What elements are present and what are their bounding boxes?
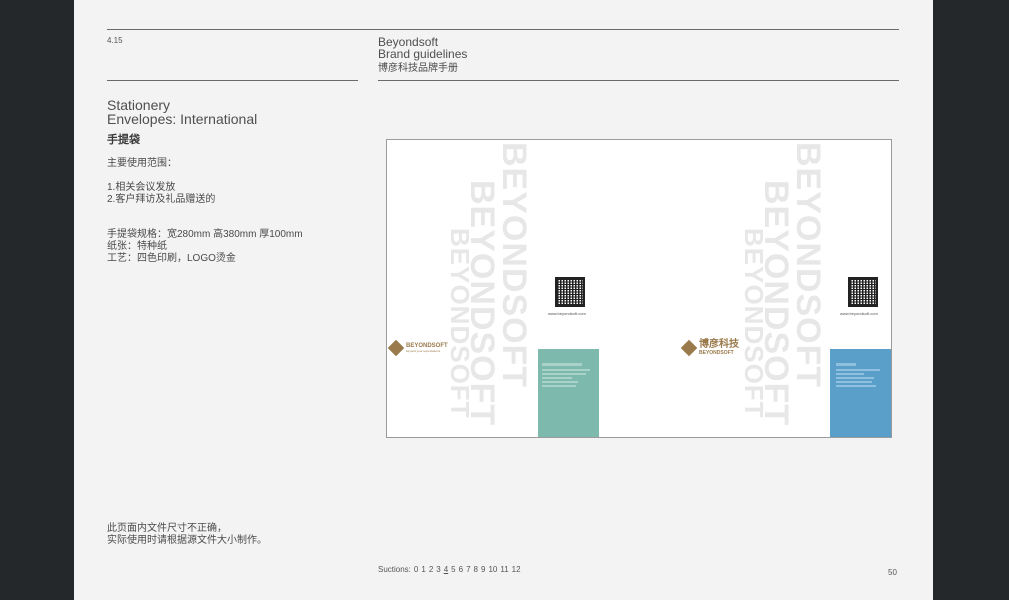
diamond-logo-icon <box>680 339 698 357</box>
brand-cn-title: 博彦科技品牌手册 <box>378 63 458 74</box>
diamond-logo-icon <box>387 339 405 357</box>
page-title-block: Stationery Envelopes: International 手提袋 <box>107 98 257 147</box>
left-header-rule <box>107 80 358 81</box>
page-subtitle: Envelopes: International <box>107 111 258 127</box>
logo-en-text: BEYONDSOFT <box>699 350 734 356</box>
cn-heading: 手提袋 <box>107 134 140 146</box>
watermark-text: BEYONDSOFT <box>445 228 475 419</box>
top-rule <box>107 29 899 30</box>
note-line: 此页面内文件尺寸不正确， <box>107 523 227 534</box>
watermark-text: BEYONDSOFT <box>739 228 769 419</box>
section-link[interactable]: 12 <box>512 565 521 574</box>
note-line: 实际使用时请根据源文件大小制作。 <box>107 535 267 546</box>
section-nav: Suctions: 0 1 2 3 4 5 6 7 8 9 10 11 12 <box>378 565 524 574</box>
guideline-page: 4.15 Beyondsoft Brand guidelines 博彦科技品牌手… <box>74 0 933 600</box>
usage-title: 主要使用范围： <box>107 158 177 169</box>
section-link[interactable]: 9 <box>481 565 485 574</box>
panel-placeholder-text <box>538 349 599 387</box>
teal-side-panel <box>538 349 599 437</box>
sections-label: Suctions: <box>378 565 411 574</box>
blue-side-panel <box>830 349 891 437</box>
website-url: www.beyondsoft.com <box>548 311 586 316</box>
logo-tagline: beyond your expectations <box>406 349 441 353</box>
section-link[interactable]: 7 <box>466 565 470 574</box>
section-number: 4.15 <box>107 36 123 45</box>
section-link-active[interactable]: 4 <box>444 565 448 574</box>
section-link[interactable]: 10 <box>488 565 497 574</box>
bag-artwork: BEYONDSOFT BEYONDSOFT BEYONDSOFT BEYONDS… <box>386 139 892 438</box>
panel-placeholder-text <box>830 349 891 387</box>
brand-title-block: Beyondsoft Brand guidelines 博彦科技品牌手册 <box>378 36 467 75</box>
section-link[interactable]: 8 <box>474 565 478 574</box>
right-header-rule <box>378 80 899 81</box>
category-title: Stationery <box>107 97 171 113</box>
usage-item: 1.相关会议发放 <box>107 182 176 193</box>
qr-code <box>848 277 878 307</box>
usage-item: 2.客户拜访及礼品赠送的 <box>107 194 216 205</box>
section-link[interactable]: 11 <box>500 565 508 574</box>
page-number: 50 <box>888 568 897 577</box>
size-note: 此页面内文件尺寸不正确， 实际使用时请根据源文件大小制作。 <box>107 523 267 547</box>
section-link[interactable]: 3 <box>436 565 440 574</box>
section-link[interactable]: 2 <box>429 565 433 574</box>
brand-subtitle: Brand guidelines <box>378 47 468 61</box>
logo-cn-text: 博彦科技 <box>699 339 739 350</box>
logo-en: BEYONDSOFT beyond your expectations <box>387 339 448 357</box>
website-url: www.beyondsoft.com <box>840 311 878 316</box>
spec-paper: 纸张：特种纸 <box>107 241 167 252</box>
section-link[interactable]: 6 <box>459 565 463 574</box>
spec-process: 工艺：四色印刷，LOGO烫金 <box>107 253 236 264</box>
usage-list: 1.相关会议发放 2.客户拜访及礼品赠送的 <box>107 182 215 206</box>
section-link[interactable]: 5 <box>451 565 455 574</box>
qr-code <box>555 277 585 307</box>
spec-list: 手提袋规格：宽280mm 高380mm 厚100mm 纸张：特种纸 工艺：四色印… <box>107 229 303 265</box>
section-link[interactable]: 0 <box>414 565 418 574</box>
spec-size: 手提袋规格：宽280mm 高380mm 厚100mm <box>107 229 303 240</box>
logo-cn: 博彦科技 BEYONDSOFT <box>680 339 739 357</box>
section-link[interactable]: 1 <box>421 565 425 574</box>
